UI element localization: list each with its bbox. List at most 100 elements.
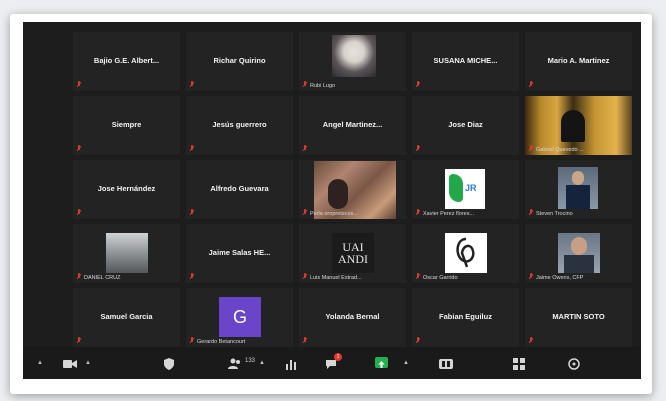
muted-mic-icon [529,273,533,280]
muted-mic-icon [190,145,194,152]
participant-tile[interactable]: Gabriel Quevedo ... [525,96,632,155]
muted-mic-icon [190,209,194,216]
apps-grid-icon[interactable] [513,357,525,370]
muted-mic-icon [416,209,420,216]
participant-tile[interactable]: Mario A. Martinez [525,32,632,91]
participant-label: DANIEL CRUZ [84,275,121,281]
participant-label: Oscar Garrido [423,275,458,281]
participant-tile[interactable]: Jose Hernández [73,160,180,219]
participant-tile[interactable]: Richar Quirino [186,32,293,91]
participant-tile[interactable]: Angel Martinez... [299,96,406,155]
participants-icon[interactable] [228,357,242,369]
participant-tile[interactable]: UAI ANDI Luis Manuel Estrad... [299,224,406,283]
muted-mic-icon [77,145,81,152]
participant-name: Alfredo Guevara [210,184,269,193]
participant-name: MARTIN SOTO [552,312,605,321]
meeting-screen: Bajio G.E. Albert... Richar Quirino Rubi L… [23,22,641,379]
zoom-window: Bajio G.E. Albert... Richar Quirino Rubi L… [10,14,652,394]
participant-tile[interactable]: Rubi Lugo [299,32,406,91]
video-options-chevron-icon[interactable]: ▲ [85,360,91,366]
participant-tile[interactable]: Bajio G.E. Albert... [73,32,180,91]
participant-name: Jesús guerrero [212,120,267,129]
participant-tile[interactable]: Steven Trocino [525,160,632,219]
participant-name: Richar Quirino [213,56,266,65]
muted-mic-icon [416,337,420,344]
participant-tile[interactable]: Yolanda Bernal [299,288,406,347]
participants-options-chevron-icon[interactable]: ▲ [259,360,265,366]
muted-mic-icon [529,209,533,216]
participant-label: Xavier Perez flores... [423,211,475,217]
participant-name: SUSANA MICHE... [433,56,498,65]
muted-mic-icon [77,81,81,88]
muted-mic-icon [303,81,307,88]
participant-tile[interactable]: Jose Diaz [412,96,519,155]
participant-name: Mario A. Martinez [547,56,610,65]
participant-tile[interactable]: Fabian Eguiluz [412,288,519,347]
participant-name: Siempre [111,120,142,129]
share-screen-icon[interactable] [375,357,388,368]
participant-tile[interactable]: Jesús guerrero [186,96,293,155]
participant-label: Jaime Owens, CFP [536,275,584,281]
reactions-icon[interactable] [568,357,580,370]
avatar [558,233,600,273]
participant-label: Steven Trocino [536,211,573,217]
chat-badge: 1 [334,353,342,361]
participant-name: Bajio G.E. Albert... [93,56,160,65]
avatar [332,35,376,77]
participant-tile[interactable]: Perla oropretecos... [299,160,406,219]
muted-mic-icon [303,209,307,216]
participant-label: Gabriel Quevedo ... [536,147,584,153]
record-icon[interactable] [439,357,453,369]
participant-tile[interactable]: Jaime Owens, CFP [525,224,632,283]
muted-mic-icon [77,209,81,216]
muted-mic-icon [529,145,533,152]
meeting-toolbar: ▲ ▲ 133 ▲ 1 ▲ [23,347,641,379]
participant-name: Fabian Eguiluz [439,312,492,321]
video-camera-icon[interactable] [63,357,77,369]
participant-tile[interactable]: Oscar Garrido [412,224,519,283]
muted-mic-icon [416,273,420,280]
muted-mic-icon [416,145,420,152]
participant-name: Jose Diaz [448,120,483,129]
participant-tile[interactable]: Jaime Salas HE... [186,224,293,283]
muted-mic-icon [303,337,307,344]
participant-label: Rubi Lugo [310,83,336,89]
participant-label: Gerardo Betancourt [197,339,246,345]
muted-mic-icon [190,81,194,88]
participant-tile[interactable]: JR Xavier Perez flores... [412,160,519,219]
avatar [558,167,598,209]
logo: UAI ANDI [332,233,374,273]
participant-name: Jaime Salas HE... [208,248,271,257]
muted-mic-icon [77,273,81,280]
participant-tile[interactable]: MARTIN SOTO [525,288,632,347]
bar-chart-icon[interactable] [285,357,297,370]
logo: JR [445,169,485,209]
muted-mic-icon [303,145,307,152]
muted-mic-icon [529,337,533,344]
participant-tile[interactable]: Samuel Garcia [73,288,180,347]
muted-mic-icon [77,337,81,344]
muted-mic-icon [303,273,307,280]
muted-mic-icon [529,81,533,88]
muted-mic-icon [190,337,194,344]
muted-mic-icon [190,273,194,280]
logo-text: JR [465,183,477,193]
audio-options-chevron-icon[interactable]: ▲ [37,360,43,366]
shield-icon[interactable] [163,357,175,370]
photo [106,233,148,273]
participant-label: Luis Manuel Estrad... [310,275,362,281]
participant-tile[interactable]: DANIEL CRUZ [73,224,180,283]
participant-tile[interactable]: G Gerardo Betancourt [186,288,293,347]
participants-count: 133 [245,358,256,364]
participant-tile[interactable]: Alfredo Guevara [186,160,293,219]
share-options-chevron-icon[interactable]: ▲ [403,360,409,366]
participant-tile[interactable]: SUSANA MICHE... [412,32,519,91]
muted-mic-icon [416,81,420,88]
participant-name: Jose Hernández [97,184,156,193]
participant-tile[interactable]: Siempre [73,96,180,155]
participant-name: Samuel Garcia [100,312,153,321]
participant-name: Angel Martinez... [322,120,383,129]
logo [445,233,487,273]
avatar: G [219,297,261,337]
participant-label: Perla oropretecos... [310,211,358,217]
